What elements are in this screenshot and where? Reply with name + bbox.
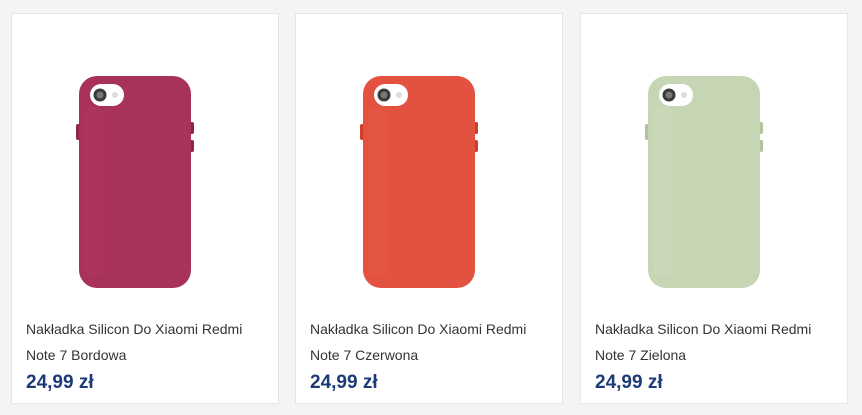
phone-case-icon — [645, 76, 763, 288]
product-image[interactable] — [581, 14, 847, 304]
product-price: 24,99 zł — [595, 372, 663, 393]
phone-case-icon — [76, 76, 194, 288]
product-card[interactable]: Nakładka Silicon Do Xiaomi Redmi Note 7 … — [11, 13, 279, 404]
product-image[interactable] — [296, 14, 562, 304]
product-title[interactable]: Nakładka Silicon Do Xiaomi Redmi Note 7 … — [310, 316, 550, 368]
product-title[interactable]: Nakładka Silicon Do Xiaomi Redmi Note 7 … — [595, 316, 835, 368]
product-image[interactable] — [12, 14, 278, 304]
product-price: 24,99 zł — [26, 372, 94, 393]
phone-case-icon — [360, 76, 478, 288]
product-price: 24,99 zł — [310, 372, 378, 393]
product-card[interactable]: Nakładka Silicon Do Xiaomi Redmi Note 7 … — [295, 13, 563, 404]
product-title[interactable]: Nakładka Silicon Do Xiaomi Redmi Note 7 … — [26, 316, 266, 368]
product-grid: Nakładka Silicon Do Xiaomi Redmi Note 7 … — [0, 0, 862, 415]
product-card[interactable]: Nakładka Silicon Do Xiaomi Redmi Note 7 … — [580, 13, 848, 404]
